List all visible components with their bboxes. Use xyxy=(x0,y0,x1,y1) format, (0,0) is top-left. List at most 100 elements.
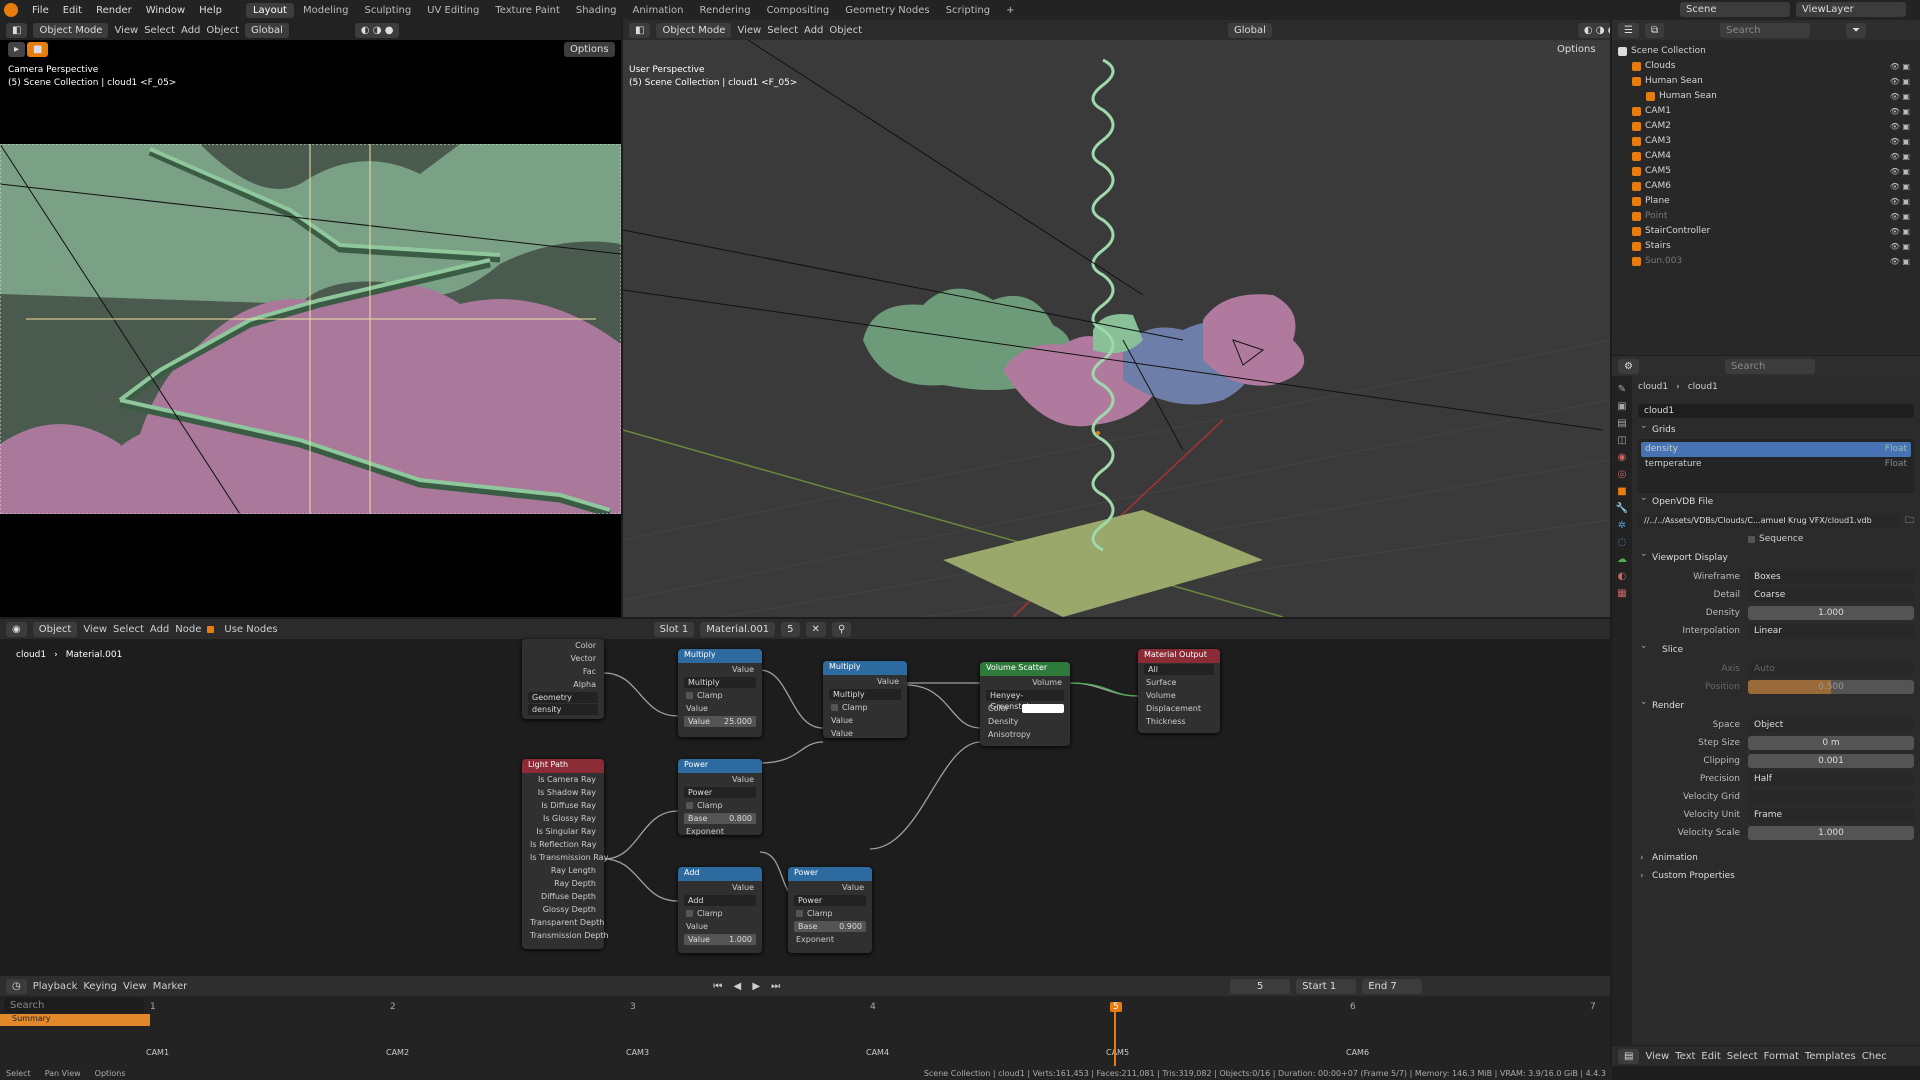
menu-view[interactable]: View xyxy=(1645,1051,1669,1062)
transform-orientation[interactable]: Global xyxy=(1228,22,1272,38)
tab-texture-paint[interactable]: Texture Paint xyxy=(488,3,567,18)
light-path-node[interactable]: Light Path Is Camera Ray Is Shadow Ray Is … xyxy=(522,759,609,949)
clipping-field[interactable]: 0.001 xyxy=(1748,754,1914,768)
visibility-toggle-icon[interactable]: 👁 ▣ xyxy=(1890,164,1910,179)
view-layer-selector[interactable]: ViewLayer xyxy=(1796,2,1906,17)
outliner-item[interactable]: Clouds 👁 ▣ xyxy=(1618,59,1914,74)
scene-tab-icon[interactable]: ◉ xyxy=(1618,452,1627,463)
menu-object[interactable]: Object xyxy=(829,25,862,36)
visibility-toggle-icon[interactable]: 👁 ▣ xyxy=(1890,104,1910,119)
outliner-item[interactable]: CAM5 👁 ▣ xyxy=(1618,164,1914,179)
material-tab-icon[interactable]: ◐ xyxy=(1618,571,1627,582)
vdb-file-field[interactable]: //../../Assets/VDBs/Clouds/C...amuel Kru… xyxy=(1638,514,1901,528)
space-dropdown[interactable]: Object xyxy=(1748,718,1914,732)
physics-tab-icon[interactable]: ◌ xyxy=(1618,537,1627,548)
outliner-item[interactable]: Human Sean 👁 ▣ xyxy=(1618,89,1914,104)
outliner-item[interactable]: CAM1 👁 ▣ xyxy=(1618,104,1914,119)
menu-marker[interactable]: Marker xyxy=(153,981,188,992)
slice-section[interactable]: Slice xyxy=(1638,637,1914,659)
tab-layout[interactable]: Layout xyxy=(245,2,294,18)
tab-uv-editing[interactable]: UV Editing xyxy=(420,3,486,18)
menu-help[interactable]: Help xyxy=(193,5,228,16)
summary-channel[interactable]: Summary xyxy=(0,1014,150,1026)
interpolation-dropdown[interactable]: Linear xyxy=(1748,624,1914,638)
value-field[interactable]: Value 1.000 xyxy=(684,934,756,945)
visibility-toggle-icon[interactable]: 👁 ▣ xyxy=(1890,239,1910,254)
visibility-toggle-icon[interactable]: 👁 ▣ xyxy=(1890,254,1910,269)
editor-type-icon[interactable]: ▤ xyxy=(1618,1048,1640,1064)
menu-object[interactable]: Object xyxy=(206,25,239,36)
visibility-toggle-icon[interactable]: 👁 ▣ xyxy=(1890,149,1910,164)
base-field[interactable]: Base 0.800 xyxy=(684,813,756,824)
power-node[interactable]: Power Value Power Clamp Base 0.800 Expone… xyxy=(678,759,762,836)
visibility-toggle-icon[interactable]: 👁 ▣ xyxy=(1890,89,1910,104)
menu-view[interactable]: View xyxy=(114,25,138,36)
options-button[interactable]: Options xyxy=(564,42,615,57)
menu-add[interactable]: Add xyxy=(181,25,200,36)
viewport-display-section[interactable]: Viewport Display xyxy=(1638,545,1914,567)
outliner-item[interactable]: CAM6 👁 ▣ xyxy=(1618,179,1914,194)
menu-file[interactable]: File xyxy=(26,5,55,16)
filter-icon[interactable]: ⏷ xyxy=(1846,22,1867,38)
check-button[interactable]: Chec xyxy=(1862,1051,1887,1062)
timeline-marker[interactable]: CAM1 xyxy=(146,1048,169,1057)
tab-sculpting[interactable]: Sculpting xyxy=(357,3,418,18)
shader-editor[interactable]: ◉ Object View Select Add Node Use Nodes … xyxy=(0,619,1610,974)
texture-tab-icon[interactable]: ▦ xyxy=(1617,588,1626,599)
outliner-item[interactable]: Stairs 👁 ▣ xyxy=(1618,239,1914,254)
attribute-type-dropdown[interactable]: Geometry xyxy=(528,692,598,703)
transform-orientation[interactable]: Global xyxy=(245,22,289,38)
outliner-item[interactable]: Point 👁 ▣ xyxy=(1618,209,1914,224)
outliner-item[interactable]: StairController 👁 ▣ xyxy=(1618,224,1914,239)
modifier-tab-icon[interactable]: 🔧 xyxy=(1616,503,1628,514)
velocity-grid-field[interactable] xyxy=(1748,790,1914,804)
tab-compositing[interactable]: Compositing xyxy=(760,3,837,18)
render-section[interactable]: Render xyxy=(1638,693,1914,715)
editor-type-icon[interactable]: ◧ xyxy=(6,22,28,38)
wireframe-dropdown[interactable]: Boxes xyxy=(1748,570,1914,584)
render-tab-icon[interactable]: ▣ xyxy=(1617,401,1626,412)
current-frame-field[interactable]: 5 xyxy=(1230,978,1291,994)
clamp-checkbox[interactable] xyxy=(796,910,803,917)
folder-icon[interactable]: 🗀 xyxy=(1905,513,1914,529)
operation-dropdown[interactable]: Multiply xyxy=(684,677,756,688)
timeline-marker[interactable]: CAM4 xyxy=(866,1048,889,1057)
mode-dropdown[interactable]: Object Mode xyxy=(656,22,732,38)
data-tab-icon[interactable]: ☁ xyxy=(1617,554,1627,565)
tab-scripting[interactable]: Scripting xyxy=(939,3,997,18)
timeline-marker[interactable]: CAM5 xyxy=(1106,1048,1129,1057)
operation-dropdown[interactable]: Power xyxy=(794,895,866,906)
timeline[interactable]: ◷ Playback Keying View Marker ⏮ ◀ ▶ ⏭ 5 … xyxy=(0,976,1610,1070)
timeline-marker[interactable]: CAM3 xyxy=(626,1048,649,1057)
editor-type-icon[interactable]: ☰ xyxy=(1618,22,1639,38)
menu-playback[interactable]: Playback xyxy=(33,981,78,992)
menu-add[interactable]: Add xyxy=(804,25,823,36)
view-layer-tab-icon[interactable]: ◫ xyxy=(1617,435,1626,446)
editor-type-icon[interactable]: ◷ xyxy=(6,978,27,994)
grid-item[interactable]: density Float xyxy=(1641,442,1911,457)
world-tab-icon[interactable]: ◎ xyxy=(1618,469,1627,480)
user-viewport[interactable]: ◧ Object Mode View Select Add Object Glo… xyxy=(623,20,1610,617)
add-workspace-icon[interactable]: + xyxy=(999,3,1021,18)
tab-animation[interactable]: Animation xyxy=(626,3,691,18)
menu-keying[interactable]: Keying xyxy=(83,981,117,992)
shading-mode-icon[interactable]: ◐ ◑ ● xyxy=(354,22,400,38)
blender-logo-icon[interactable] xyxy=(4,3,18,17)
visibility-toggle-icon[interactable]: 👁 ▣ xyxy=(1890,209,1910,224)
precision-dropdown[interactable]: Half xyxy=(1748,772,1914,786)
visibility-toggle-icon[interactable]: 👁 ▣ xyxy=(1890,179,1910,194)
display-mode-icon[interactable]: ⧉ xyxy=(1644,22,1665,38)
playhead[interactable] xyxy=(1114,1012,1116,1066)
tab-geometry-nodes[interactable]: Geometry Nodes xyxy=(838,3,936,18)
tab-modeling[interactable]: Modeling xyxy=(296,3,356,18)
material-output-node[interactable]: Material Output All Surface Volume Displ… xyxy=(1138,649,1220,733)
position-slider[interactable]: 0.500 xyxy=(1748,680,1914,694)
step-size-field[interactable]: 0 m xyxy=(1748,736,1914,750)
menu-templates[interactable]: Templates xyxy=(1805,1051,1856,1062)
output-tab-icon[interactable]: ▤ xyxy=(1617,418,1626,429)
tool-tab-icon[interactable]: ✎ xyxy=(1618,384,1626,395)
outliner-item[interactable]: CAM3 👁 ▣ xyxy=(1618,134,1914,149)
color-swatch[interactable] xyxy=(1022,704,1064,713)
volume-name-field[interactable]: cloud1 xyxy=(1638,404,1914,418)
animation-section[interactable]: Animation xyxy=(1638,849,1914,867)
